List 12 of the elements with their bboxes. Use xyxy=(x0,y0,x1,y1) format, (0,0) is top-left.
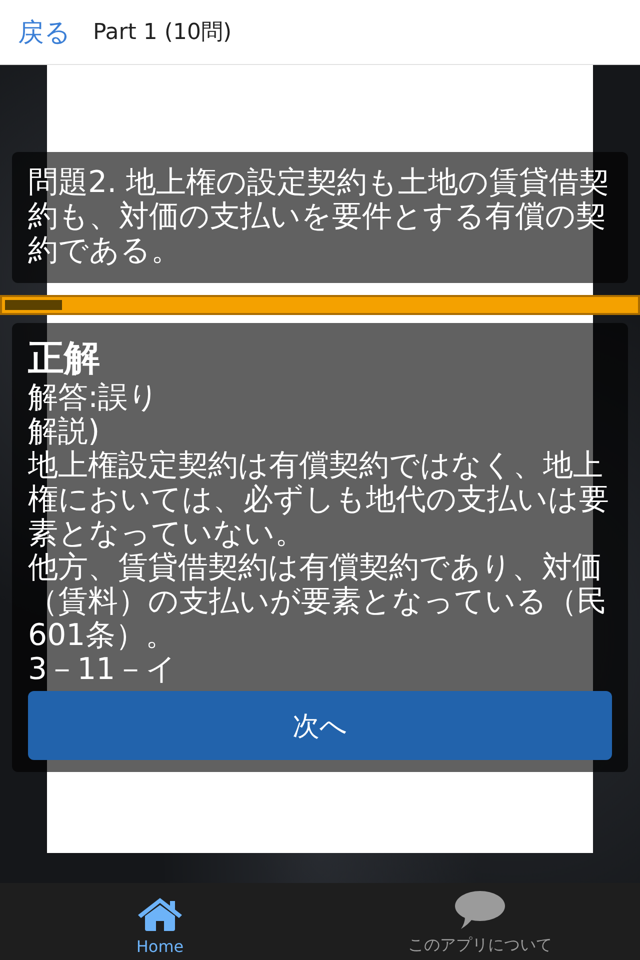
next-button[interactable]: 次へ xyxy=(28,691,612,760)
answer-text: 解答:誤り xyxy=(28,381,160,415)
explanation-heading: 解説) xyxy=(28,415,100,449)
reference-text: 3－11－イ xyxy=(28,653,176,687)
screen-title: Part 1 (10問) xyxy=(93,19,232,47)
about-tab[interactable]: このアプリについて xyxy=(320,883,640,960)
verdict-text: 正解 xyxy=(28,337,100,381)
home-tab[interactable]: Home xyxy=(0,883,320,960)
explanation-text: 地上権設定契約は有償契約ではなく、地上権においては、必ずしも地代の支払いは要素となっていない。 xyxy=(28,449,610,551)
back-link[interactable]: 戻る xyxy=(18,14,71,50)
speech-bubble-icon xyxy=(455,891,505,929)
home-icon xyxy=(137,897,183,931)
